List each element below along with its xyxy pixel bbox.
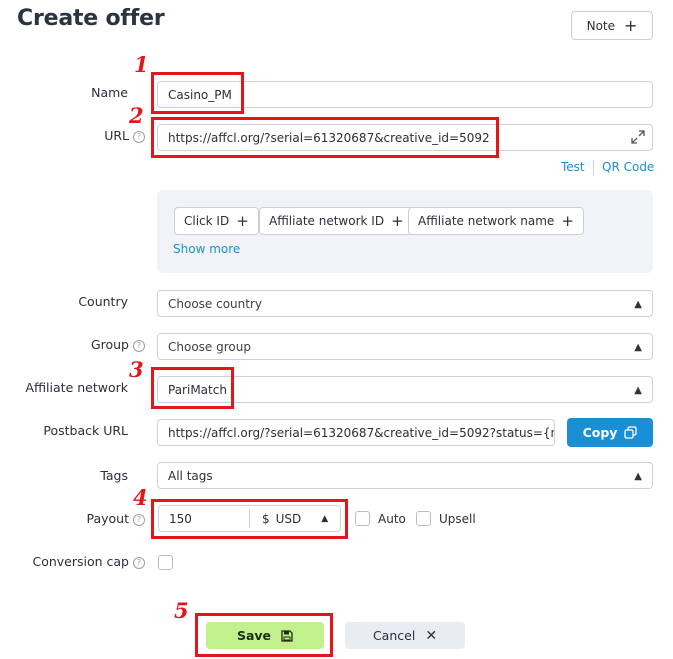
copy-button-label: Copy [582,425,618,440]
annotation-number-3: 3 [129,357,144,382]
postback-url-input[interactable]: https://affcl.org/?serial=61320687&creat… [157,419,555,446]
postback-url-value: https://affcl.org/?serial=61320687&creat… [168,425,555,440]
url-label: URL? [40,128,145,143]
test-link[interactable]: Test [561,160,585,174]
tags-value: All tags [168,468,213,483]
copy-button[interactable]: Copy [567,418,653,447]
help-icon[interactable]: ? [133,513,145,526]
annotation-number-5: 5 [174,598,189,623]
qr-code-link[interactable]: QR Code [602,160,654,174]
link-divider [593,160,594,175]
chip-label: Affiliate network name [418,214,555,228]
upsell-checkbox[interactable] [416,511,431,526]
name-label: Name [91,85,128,100]
chip-label: Affiliate network ID [269,214,385,228]
annotation-number-1: 1 [134,52,149,77]
affiliate-network-label: Affiliate network [25,380,128,395]
expand-icon[interactable] [631,130,645,144]
affiliate-network-id-chip[interactable]: Affiliate network ID + [259,207,414,235]
cancel-button-label: Cancel [372,628,416,643]
cancel-button[interactable]: Cancel ✕ [345,622,465,649]
group-label: Group? [20,337,145,352]
auto-checkbox[interactable] [355,511,370,526]
page-title: Create offer [17,6,165,31]
copy-icon [624,426,638,439]
help-icon[interactable]: ? [133,130,145,143]
conversion-cap-label: Conversion cap? [10,554,145,569]
conversion-cap-checkbox[interactable] [158,555,173,570]
help-icon[interactable]: ? [133,339,145,352]
chevron-up-icon: ▲ [634,299,642,310]
chip-label: Click ID [184,214,230,228]
group-select[interactable]: Choose group ▲ [157,333,653,360]
show-more-link[interactable]: Show more [173,242,240,256]
chevron-up-icon: ▲ [634,385,642,396]
group-placeholder: Choose group [168,339,251,354]
annotation-box-1 [151,72,244,114]
country-label: Country [78,294,128,309]
chevron-up-icon: ▲ [634,342,642,353]
auto-label: Auto [378,512,406,526]
plus-icon: + [236,212,249,230]
country-select[interactable]: Choose country ▲ [157,290,653,317]
note-button-label: Note [586,18,615,33]
annotation-box-2 [151,117,499,158]
tags-label: Tags [100,468,128,483]
payout-label: Payout? [20,511,145,526]
chevron-up-icon: ▲ [634,471,642,482]
click-id-chip[interactable]: Click ID + [174,207,259,235]
country-placeholder: Choose country [168,296,263,311]
plus-icon: + [624,15,638,35]
url-label-text: URL [104,128,129,143]
payout-label-text: Payout [86,511,129,526]
affiliate-network-name-chip[interactable]: Affiliate network name + [408,207,584,235]
postback-url-label: Postback URL [43,423,128,438]
annotation-box-5 [195,613,333,657]
annotation-box-3 [151,367,234,409]
annotation-number-2: 2 [129,103,144,128]
plus-icon: + [561,212,574,230]
annotation-box-4 [151,499,348,539]
plus-icon: + [391,212,404,230]
help-icon[interactable]: ? [133,556,145,569]
close-icon: ✕ [425,627,438,644]
upsell-label: Upsell [439,512,476,526]
note-button[interactable]: Note + [571,11,653,40]
tags-select[interactable]: All tags ▲ [157,462,653,489]
conversion-cap-label-text: Conversion cap [32,554,129,569]
group-label-text: Group [90,337,129,352]
annotation-number-4: 4 [133,485,148,510]
